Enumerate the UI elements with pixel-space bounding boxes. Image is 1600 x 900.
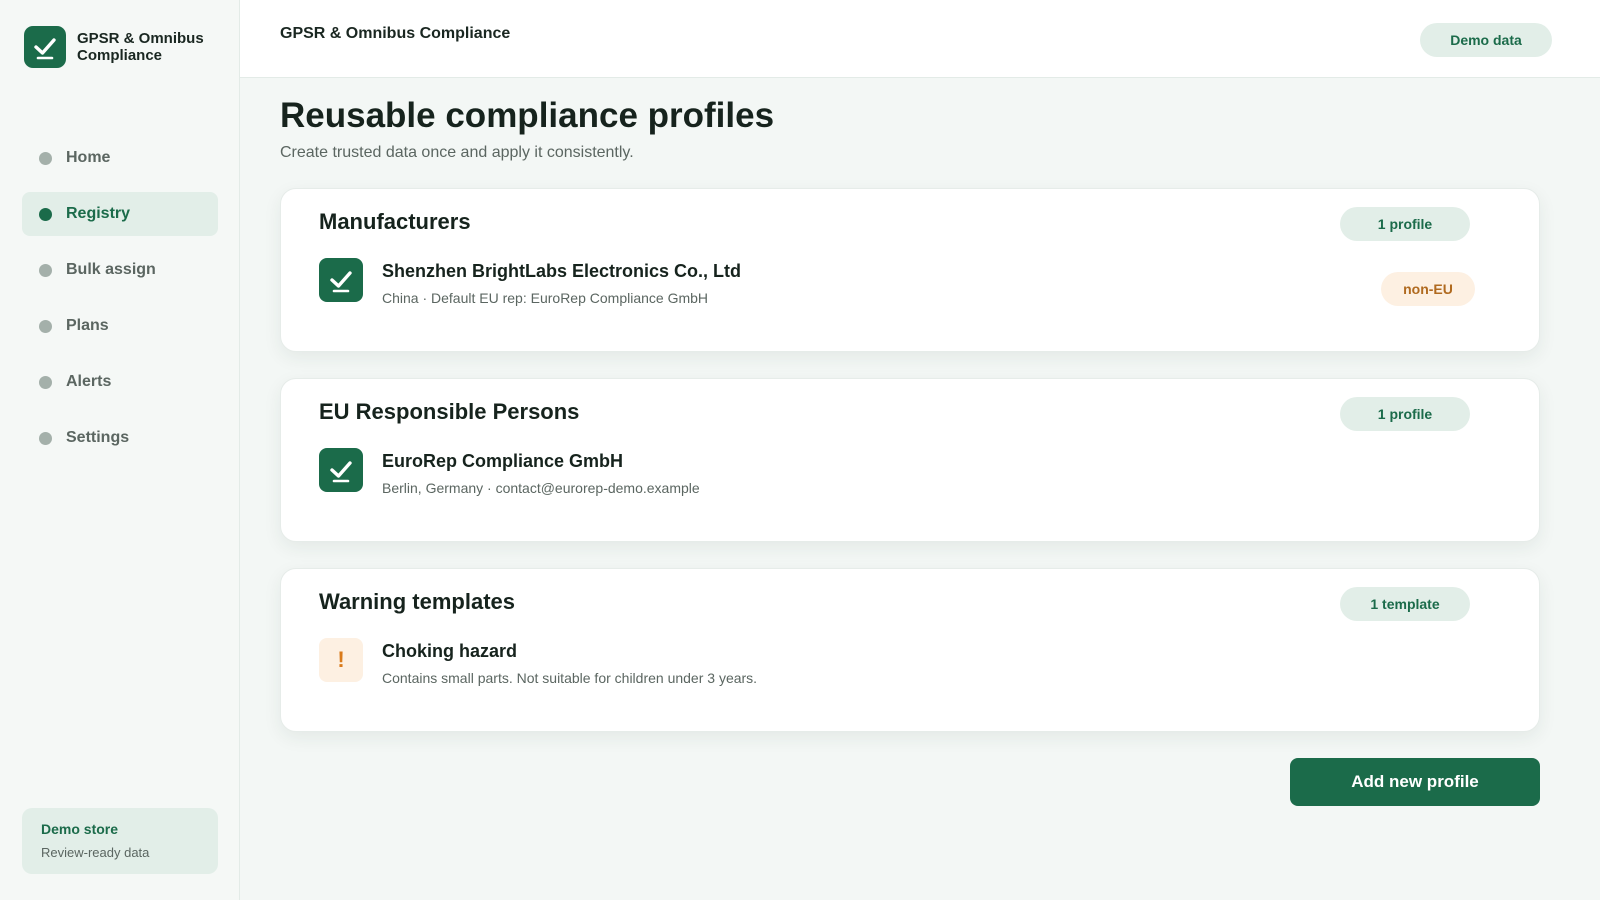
responsible-person-name[interactable]: EuroRep Compliance GmbH xyxy=(382,451,623,472)
warning-template-text: Contains small parts. Not suitable for c… xyxy=(382,670,758,686)
profile-count-badge: 1 profile xyxy=(1340,397,1470,431)
template-count-badge: 1 template xyxy=(1340,587,1470,621)
sidebar-item-label: Home xyxy=(66,149,111,166)
brand[interactable]: GPSR & Omnibus Compliance xyxy=(24,26,217,68)
sidebar-item-label: Registry xyxy=(66,205,131,222)
header-title: GPSR & Omnibus Compliance xyxy=(280,25,511,42)
store-title: Demo store xyxy=(41,821,119,837)
store-card[interactable]: Demo store Review-ready data xyxy=(22,808,218,874)
eu-responsible-persons-card: EU Responsible Persons 1 profile EuroRep… xyxy=(280,378,1540,542)
responsible-person-meta: Berlin, Germany · contact@eurorep-demo.e… xyxy=(382,480,700,496)
demo-data-badge: Demo data xyxy=(1420,23,1552,57)
nav-dot-icon xyxy=(39,431,52,445)
sidebar-item-label: Bulk assign xyxy=(66,261,156,278)
warning-template-name[interactable]: Choking hazard xyxy=(382,641,517,662)
page-subtitle: Create trusted data once and apply it co… xyxy=(280,144,634,161)
non-eu-badge: non-EU xyxy=(1381,272,1475,306)
section-title: Manufacturers xyxy=(319,209,471,234)
warning-icon: ! xyxy=(319,638,363,682)
nav-dot-icon xyxy=(39,263,52,277)
manufacturers-card: Manufacturers 1 profile Shenzhen BrightL… xyxy=(280,188,1540,352)
sidebar-item-alerts[interactable]: Alerts xyxy=(22,360,218,404)
check-icon xyxy=(319,258,363,302)
store-subtitle: Review-ready data xyxy=(41,845,150,860)
sidebar: GPSR & Omnibus Compliance Home Registry … xyxy=(0,0,240,900)
nav-dot-icon xyxy=(39,207,52,221)
nav-dot-icon xyxy=(39,375,52,389)
nav-dot-icon xyxy=(39,319,52,333)
app-name: GPSR & Omnibus Compliance xyxy=(77,30,204,64)
sidebar-item-label: Settings xyxy=(66,429,130,446)
add-new-profile-button[interactable]: Add new profile xyxy=(1290,758,1540,806)
sidebar-item-bulk-assign[interactable]: Bulk assign xyxy=(22,248,218,292)
sidebar-item-home[interactable]: Home xyxy=(22,136,218,180)
manufacturer-name[interactable]: Shenzhen BrightLabs Electronics Co., Ltd xyxy=(382,261,741,282)
sidebar-item-label: Alerts xyxy=(66,373,112,390)
section-title: EU Responsible Persons xyxy=(319,399,580,424)
profile-count-badge: 1 profile xyxy=(1340,207,1470,241)
app-logo-check-icon xyxy=(24,26,66,68)
page-title: Reusable compliance profiles xyxy=(280,96,775,135)
manufacturer-meta: China · Default EU rep: EuroRep Complian… xyxy=(382,290,709,306)
sidebar-item-registry[interactable]: Registry xyxy=(22,192,218,236)
nav-dot-icon xyxy=(39,151,52,165)
section-title: Warning templates xyxy=(319,589,515,614)
sidebar-nav: Home Registry Bulk assign Plans Alerts S… xyxy=(22,136,218,472)
top-bar: GPSR & Omnibus Compliance Demo data xyxy=(240,0,1600,78)
check-icon xyxy=(319,448,363,492)
sidebar-item-label: Plans xyxy=(66,317,109,334)
sidebar-item-settings[interactable]: Settings xyxy=(22,416,218,460)
warning-templates-card: Warning templates 1 template ! Choking h… xyxy=(280,568,1540,732)
sidebar-item-plans[interactable]: Plans xyxy=(22,304,218,348)
